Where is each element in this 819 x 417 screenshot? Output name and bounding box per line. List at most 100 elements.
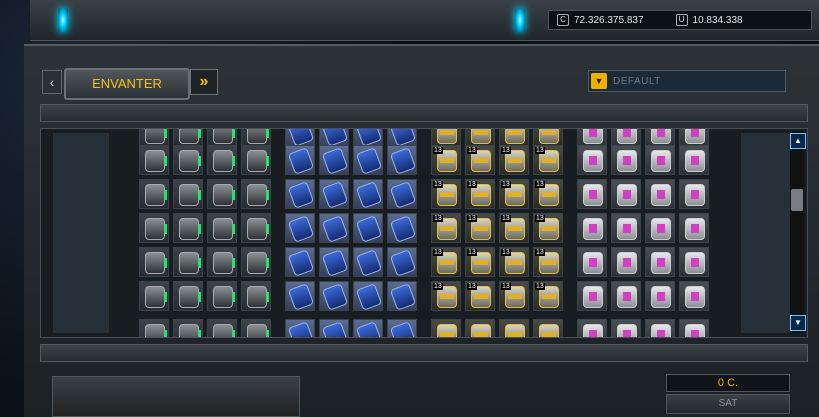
inventory-slot[interactable]	[645, 145, 675, 175]
inventory-slot[interactable]	[285, 213, 315, 243]
inventory-slot[interactable]: 13	[499, 213, 529, 243]
inventory-slot[interactable]: 13	[533, 145, 563, 175]
inventory-slot[interactable]	[679, 179, 709, 209]
inventory-slot[interactable]	[577, 179, 607, 209]
inventory-slot[interactable]	[319, 319, 349, 337]
inventory-slot[interactable]	[241, 213, 271, 243]
inventory-slot[interactable]	[319, 247, 349, 277]
inventory-slot[interactable]	[611, 213, 641, 243]
filter-dropdown[interactable]: ▼ DEFAULT	[588, 70, 786, 92]
inventory-slot[interactable]	[285, 145, 315, 175]
inventory-slot[interactable]	[577, 319, 607, 337]
inventory-slot[interactable]	[577, 281, 607, 311]
inventory-slot[interactable]	[173, 179, 203, 209]
inventory-slot[interactable]	[173, 319, 203, 337]
inventory-slot[interactable]	[431, 319, 461, 337]
inventory-slot[interactable]	[353, 179, 383, 209]
inventory-slot[interactable]: 13	[431, 281, 461, 311]
inventory-slot[interactable]	[319, 179, 349, 209]
inventory-slot[interactable]	[577, 145, 607, 175]
inventory-slot[interactable]	[611, 145, 641, 175]
inventory-slot[interactable]	[353, 145, 383, 175]
inventory-slot[interactable]	[387, 179, 417, 209]
scrollbar[interactable]: ▲ ▼	[790, 131, 806, 333]
inventory-slot[interactable]: 13	[499, 247, 529, 277]
inventory-slot[interactable]: 13	[465, 281, 495, 311]
inventory-slot[interactable]	[139, 179, 169, 209]
inventory-slot[interactable]	[285, 179, 315, 209]
inventory-slot[interactable]	[353, 213, 383, 243]
inventory-slot[interactable]	[645, 247, 675, 277]
inventory-slot[interactable]	[645, 281, 675, 311]
inventory-slot[interactable]	[611, 319, 641, 337]
inventory-slot[interactable]	[139, 319, 169, 337]
inventory-slot[interactable]	[139, 145, 169, 175]
inventory-slot[interactable]: 13	[533, 247, 563, 277]
inventory-slot[interactable]	[611, 281, 641, 311]
inventory-slot[interactable]: 13	[533, 281, 563, 311]
inventory-slot[interactable]: 13	[499, 145, 529, 175]
inventory-slot[interactable]	[207, 247, 237, 277]
inventory-slot[interactable]	[679, 281, 709, 311]
inventory-slot[interactable]: 13	[533, 213, 563, 243]
inventory-slot[interactable]: 13	[431, 179, 461, 209]
inventory-slot[interactable]	[679, 247, 709, 277]
next-tab-button[interactable]: »	[190, 69, 218, 95]
inventory-slot[interactable]	[645, 319, 675, 337]
inventory-slot[interactable]	[207, 319, 237, 337]
sell-button[interactable]: SAT	[666, 394, 790, 414]
inventory-slot[interactable]	[173, 145, 203, 175]
inventory-slot[interactable]	[387, 247, 417, 277]
inventory-slot[interactable]	[241, 145, 271, 175]
inventory-slot[interactable]	[387, 145, 417, 175]
inventory-slot[interactable]: 13	[499, 179, 529, 209]
inventory-slot[interactable]: 13	[465, 247, 495, 277]
inventory-slot[interactable]	[173, 247, 203, 277]
inventory-slot[interactable]: 13	[465, 179, 495, 209]
inventory-slot[interactable]	[679, 319, 709, 337]
inventory-slot[interactable]	[207, 213, 237, 243]
inventory-slot[interactable]	[465, 319, 495, 337]
inventory-slot[interactable]	[353, 319, 383, 337]
inventory-slot[interactable]	[139, 247, 169, 277]
inventory-slot[interactable]: 13	[465, 145, 495, 175]
inventory-slot[interactable]	[241, 179, 271, 209]
inventory-slot[interactable]	[241, 281, 271, 311]
prev-tab-button[interactable]: ‹	[42, 70, 62, 94]
inventory-slot[interactable]	[285, 281, 315, 311]
tab-inventory[interactable]: ENVANTER	[64, 68, 190, 100]
inventory-slot[interactable]	[387, 213, 417, 243]
scroll-down-button[interactable]: ▼	[790, 315, 806, 331]
inventory-slot[interactable]	[577, 247, 607, 277]
inventory-slot[interactable]	[285, 247, 315, 277]
inventory-slot[interactable]	[319, 145, 349, 175]
inventory-slot[interactable]	[207, 179, 237, 209]
inventory-slot[interactable]	[241, 319, 271, 337]
scroll-thumb[interactable]	[791, 189, 803, 211]
inventory-slot[interactable]	[207, 145, 237, 175]
inventory-slot[interactable]	[241, 247, 271, 277]
inventory-slot[interactable]: 13	[431, 213, 461, 243]
inventory-slot[interactable]	[679, 213, 709, 243]
inventory-slot[interactable]	[499, 319, 529, 337]
inventory-slot[interactable]: 13	[431, 145, 461, 175]
scroll-up-button[interactable]: ▲	[790, 133, 806, 149]
inventory-slot[interactable]	[353, 281, 383, 311]
inventory-slot[interactable]	[173, 213, 203, 243]
inventory-slot[interactable]	[139, 281, 169, 311]
inventory-slot[interactable]	[319, 213, 349, 243]
inventory-slot[interactable]	[285, 319, 315, 337]
inventory-slot[interactable]	[387, 319, 417, 337]
inventory-slot[interactable]	[645, 213, 675, 243]
inventory-slot[interactable]	[611, 247, 641, 277]
inventory-slot[interactable]	[533, 319, 563, 337]
inventory-slot[interactable]	[387, 281, 417, 311]
chevron-down-icon[interactable]: ▼	[591, 73, 607, 89]
inventory-slot[interactable]: 13	[499, 281, 529, 311]
inventory-slot[interactable]: 13	[533, 179, 563, 209]
inventory-slot[interactable]: 13	[431, 247, 461, 277]
inventory-slot[interactable]	[611, 179, 641, 209]
inventory-slot[interactable]	[353, 247, 383, 277]
inventory-slot[interactable]	[319, 281, 349, 311]
inventory-slot[interactable]	[207, 281, 237, 311]
